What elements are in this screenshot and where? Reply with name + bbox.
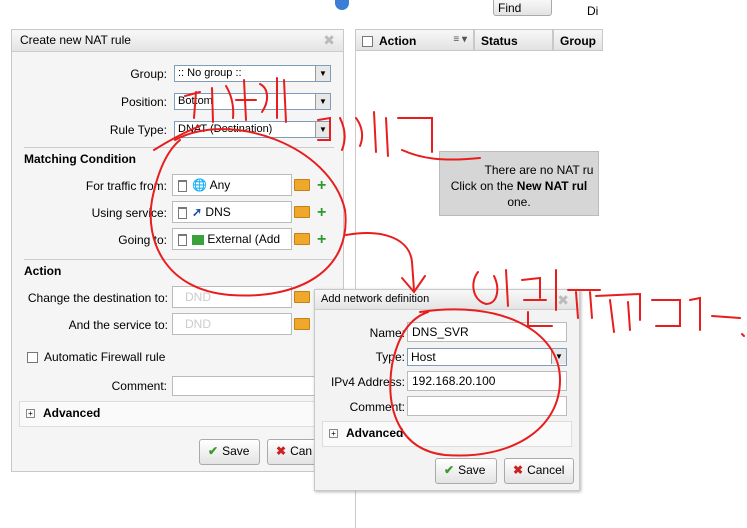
chevron-down-icon[interactable]: ▼ <box>315 66 330 81</box>
dialog-advanced-expander[interactable]: + Advanced <box>322 421 572 447</box>
position-select[interactable]: Bottom ▼ <box>174 93 331 110</box>
find-button[interactable]: Find <box>493 0 552 16</box>
service-icon: ➚ <box>192 205 203 219</box>
going-to-label: Going to: <box>118 233 167 247</box>
dialog-comment-input[interactable] <box>407 396 567 416</box>
expand-icon[interactable]: + <box>26 409 35 419</box>
auto-firewall-checkbox-row[interactable]: Automatic Firewall rule <box>27 350 165 364</box>
folder-icon[interactable] <box>294 179 310 191</box>
traffic-from-box[interactable]: 🌐 Any <box>172 174 292 196</box>
dialog-comment-label: Comment: <box>349 400 405 414</box>
service-to-label: And the service to: <box>68 318 168 332</box>
ipv4-input[interactable]: 192.168.20.100 <box>407 371 567 391</box>
dialog-save-button[interactable]: ✔ Save <box>435 458 497 484</box>
action-heading: Action <box>24 259 334 278</box>
name-label: Name: <box>369 326 405 340</box>
ruletype-select[interactable]: DNAT (Destination) ▼ <box>174 121 331 138</box>
using-service-box[interactable]: ➚ DNS <box>172 201 292 223</box>
column-header-status[interactable]: Status <box>474 29 553 51</box>
traffic-from-label: For traffic from: <box>85 179 167 193</box>
destination-label: Change the destination to: <box>27 291 168 305</box>
type-select[interactable]: Host ▼ <box>407 348 567 366</box>
cross-icon: ✖ <box>276 444 287 458</box>
panel-title: Create new NAT rule <box>12 30 343 52</box>
add-icon[interactable]: + <box>317 232 326 248</box>
add-network-definition-dialog: Add network definition ✖ Name: DNS_SVR T… <box>314 289 580 491</box>
folder-icon[interactable] <box>294 233 310 245</box>
folder-icon[interactable] <box>294 291 310 303</box>
add-icon[interactable]: + <box>317 205 326 221</box>
chevron-down-icon[interactable]: ▼ <box>315 94 330 109</box>
checkmark-icon: ✔ <box>208 444 219 458</box>
column-menu-icon[interactable]: ≡ ▾ <box>453 34 467 45</box>
trash-icon[interactable] <box>178 206 187 219</box>
column-header-action[interactable]: Action ≡ ▾ <box>355 29 474 51</box>
auto-firewall-checkbox[interactable] <box>27 352 38 364</box>
column-header-group[interactable]: Group <box>553 29 603 51</box>
save-button[interactable]: ✔ Save <box>199 439 260 465</box>
globe-icon: 🌐 <box>192 178 207 192</box>
notice-line-2: Click on the New NAT rul <box>450 179 588 193</box>
select-all-checkbox[interactable] <box>362 36 373 48</box>
notice-line-3: one. <box>507 195 531 209</box>
type-label: Type: <box>375 350 405 364</box>
group-select[interactable]: :: No group :: ▼ <box>174 65 331 82</box>
name-input[interactable]: DNS_SVR <box>407 322 567 342</box>
folder-icon[interactable] <box>294 206 310 218</box>
dialog-title: Add network definition <box>315 290 579 310</box>
empty-grid-notice: There are no NAT ru Click on the New NAT… <box>439 151 599 216</box>
interface-icon <box>192 234 204 245</box>
checkmark-icon: ✔ <box>444 463 455 477</box>
using-service-label: Using service: <box>91 206 167 220</box>
destination-box[interactable]: DND <box>172 286 292 308</box>
add-icon[interactable]: + <box>317 178 326 194</box>
close-icon[interactable]: ✖ <box>323 32 335 49</box>
trash-icon[interactable] <box>178 179 187 192</box>
search-icon[interactable] <box>335 0 349 10</box>
top-cut-text: Di <box>587 4 599 18</box>
ruletype-label: Rule Type: <box>109 123 167 137</box>
cross-icon: ✖ <box>513 463 524 477</box>
ipv4-label: IPv4 Address: <box>330 375 405 389</box>
expand-icon[interactable]: + <box>329 429 338 439</box>
chevron-down-icon[interactable]: ▼ <box>551 349 566 364</box>
position-label: Position: <box>120 95 167 109</box>
dialog-cancel-button[interactable]: ✖ Cancel <box>504 458 574 484</box>
close-icon[interactable]: ✖ <box>557 292 569 309</box>
going-to-box[interactable]: External (Add <box>172 228 292 250</box>
notice-line-1: There are no NAT ru <box>484 163 594 177</box>
group-label: Group: <box>130 67 167 81</box>
chevron-down-icon[interactable]: ▼ <box>315 122 330 137</box>
comment-label: Comment: <box>111 379 167 393</box>
matching-condition-heading: Matching Condition <box>24 147 334 166</box>
trash-icon[interactable] <box>178 233 187 246</box>
